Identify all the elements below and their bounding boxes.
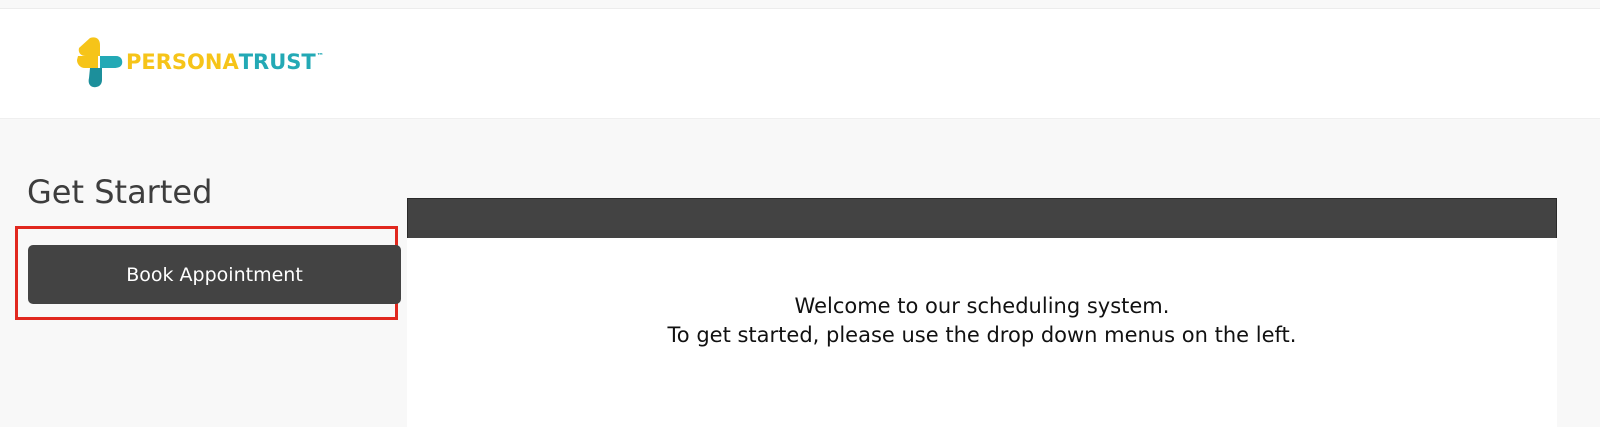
brand-wordmark: PERSONA TRUST ™ <box>126 49 324 74</box>
logo[interactable]: PERSONA TRUST ™ <box>76 36 324 88</box>
brand-name-part1: PERSONA <box>126 49 239 74</box>
welcome-line-2: To get started, please use the drop down… <box>667 323 1297 347</box>
welcome-line-1: Welcome to our scheduling system. <box>794 294 1170 318</box>
content-header-bar <box>407 198 1557 238</box>
brand-name-part2: TRUST <box>238 49 316 74</box>
trademark-symbol: ™ <box>316 51 324 60</box>
cross-logo-icon <box>77 37 123 88</box>
welcome-message: Welcome to our scheduling system. To get… <box>407 292 1557 350</box>
get-started-heading: Get Started <box>27 173 213 211</box>
content-panel: Welcome to our scheduling system. To get… <box>407 198 1557 427</box>
site-header: PERSONA TRUST ™ <box>0 9 1600 119</box>
book-appointment-button[interactable]: Book Appointment <box>28 245 401 304</box>
